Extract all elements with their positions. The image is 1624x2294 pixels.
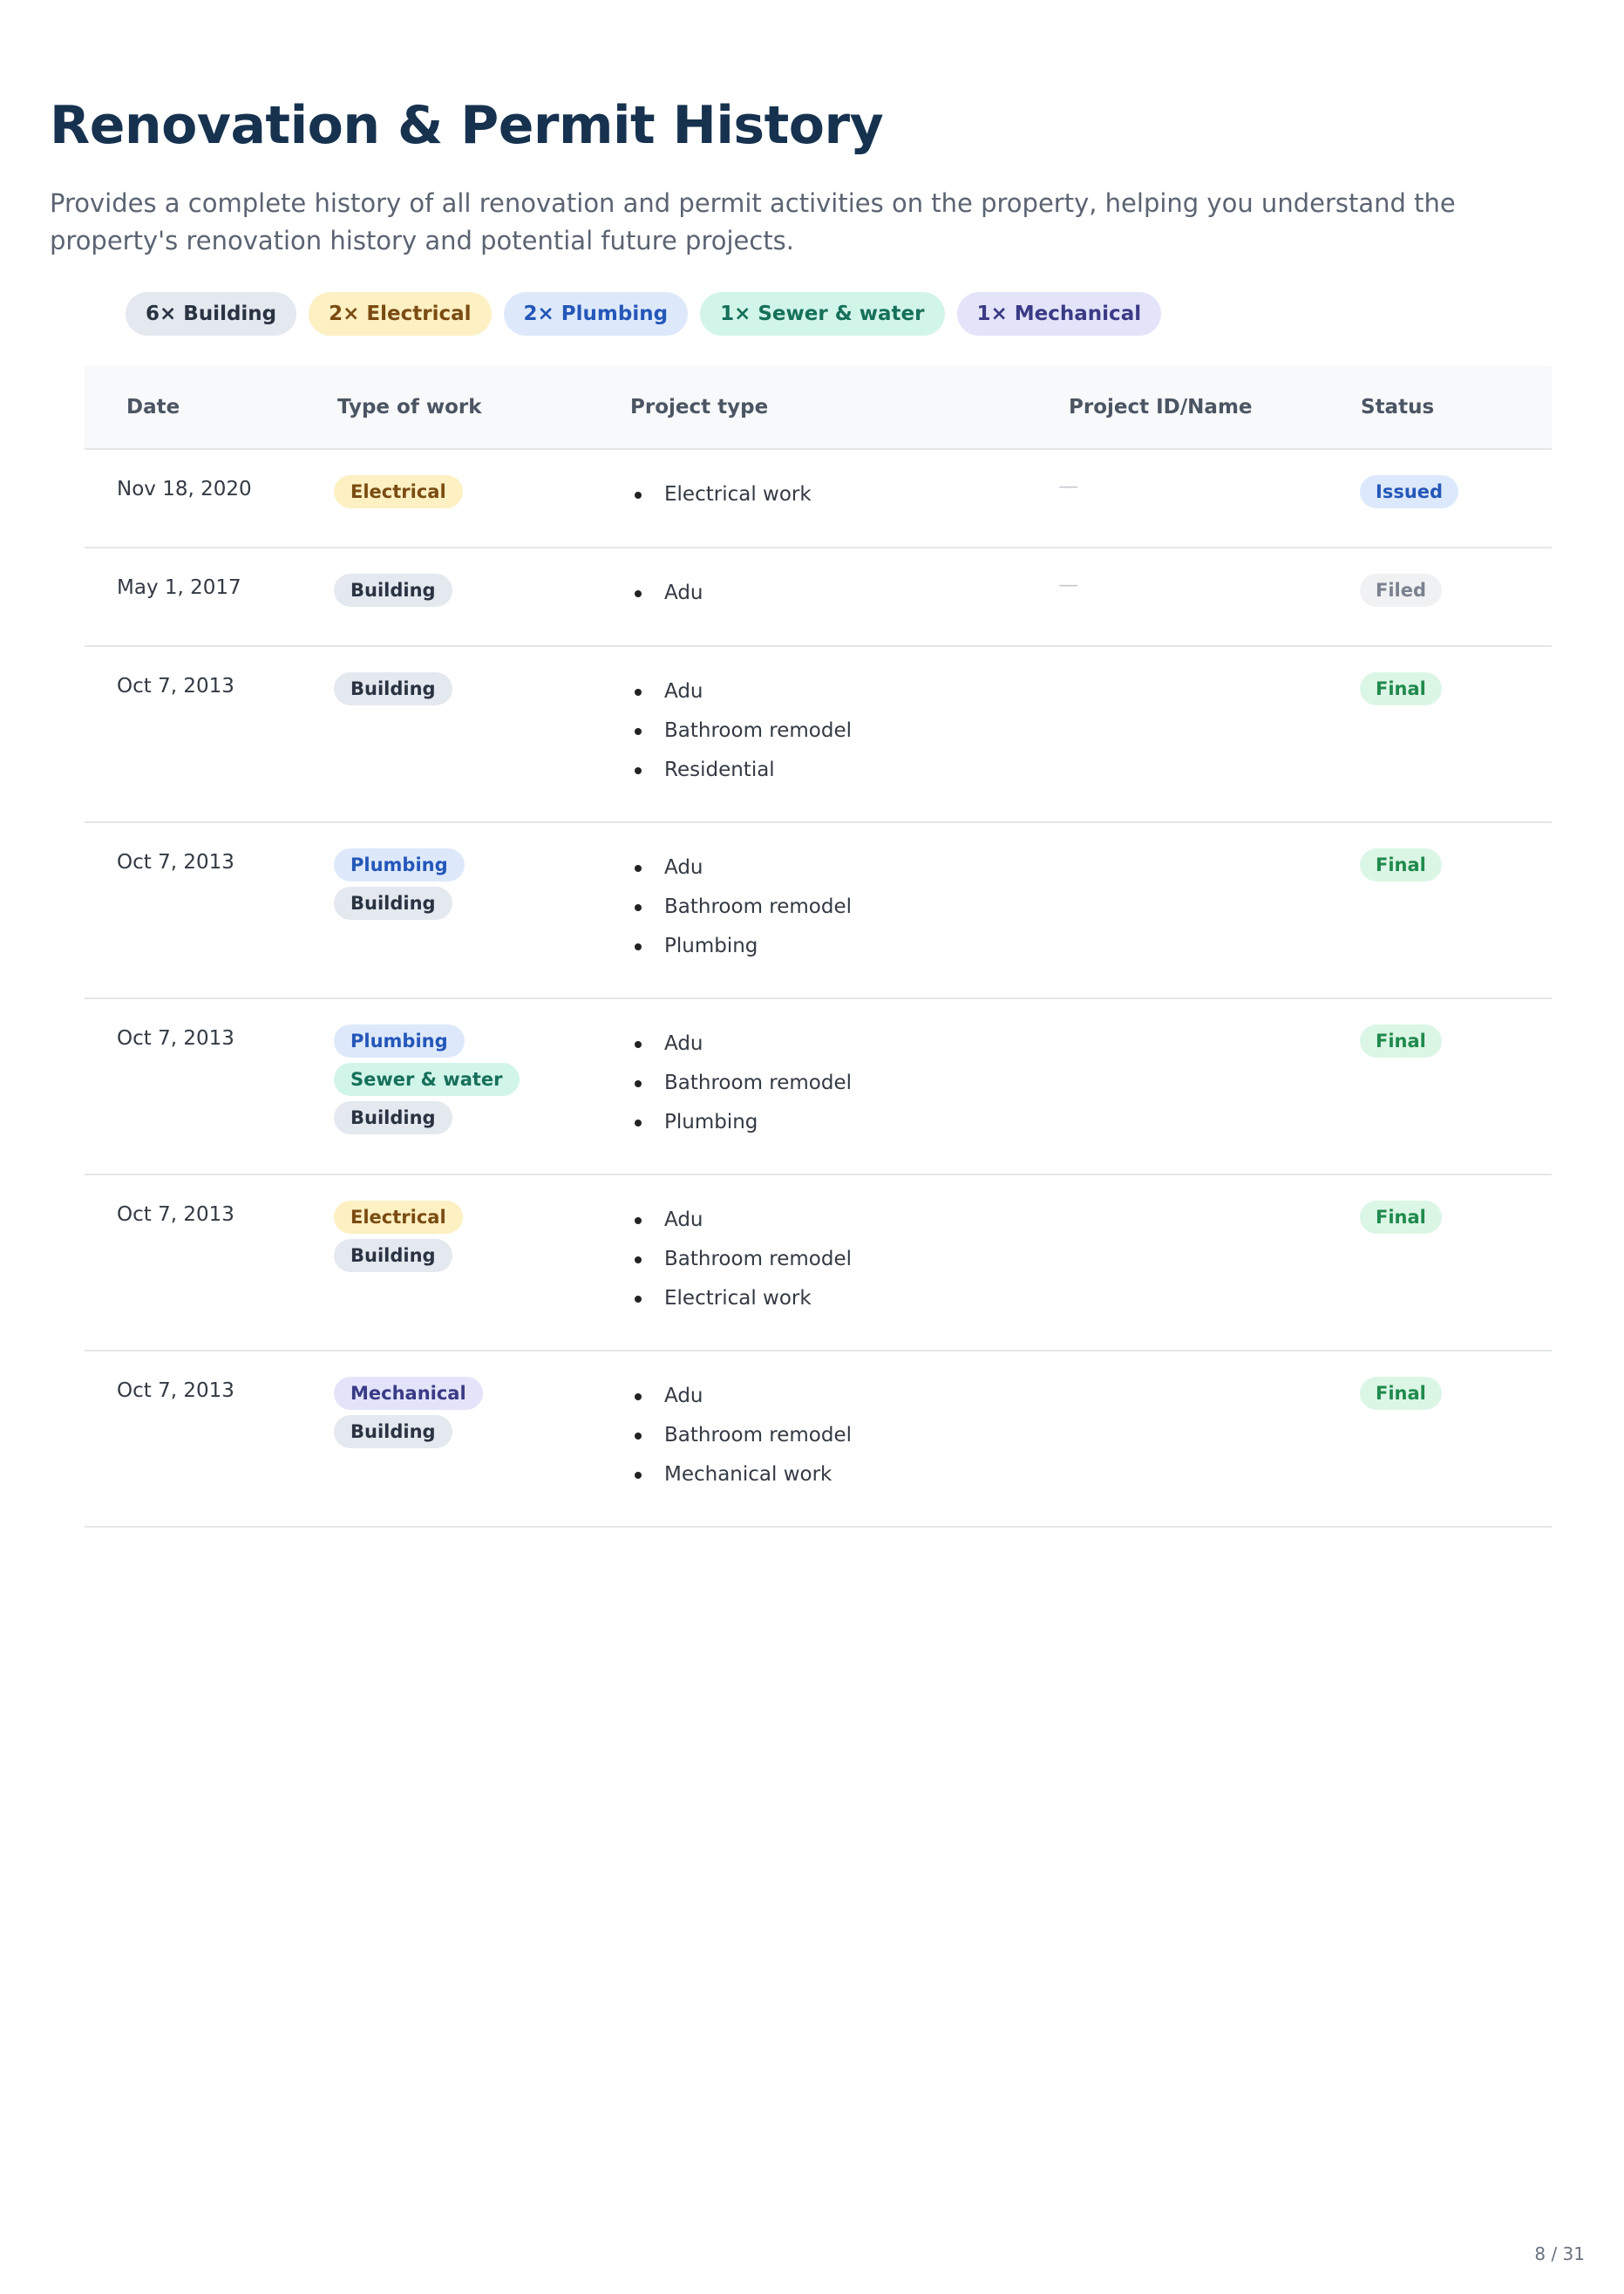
work-type-tag-building: Building bbox=[334, 672, 452, 705]
status-badge: Final bbox=[1360, 1024, 1442, 1058]
project-type-item: Plumbing bbox=[635, 1103, 852, 1142]
summary-pill-electrical: 2× Electrical bbox=[309, 292, 492, 336]
permit-table: Date Type of work Project type Project I… bbox=[85, 366, 1552, 1528]
work-type-tag-plumbing: Plumbing bbox=[334, 848, 465, 882]
header-type-of-work: Type of work bbox=[337, 396, 482, 419]
header-date: Date bbox=[126, 396, 180, 419]
work-type-tag-building: Building bbox=[334, 1101, 452, 1134]
row-project-id: — bbox=[1058, 574, 1078, 596]
status-badge: Final bbox=[1360, 1377, 1442, 1410]
project-type-item: Adu bbox=[635, 1201, 852, 1240]
table-row: Oct 7, 2013 Mechanical Building Adu Bathroom… bbox=[85, 1351, 1552, 1528]
work-type-tag-electrical: Electrical bbox=[334, 1201, 463, 1234]
project-type-item: Bathroom remodel bbox=[635, 1416, 852, 1455]
row-work-types: Building bbox=[334, 672, 578, 705]
work-type-tag-building: Building bbox=[334, 887, 452, 920]
status-badge: Issued bbox=[1360, 475, 1459, 508]
summary-pill-sewer: 1× Sewer & water bbox=[700, 292, 945, 336]
summary-pill-mechanical: 1× Mechanical bbox=[956, 292, 1162, 336]
row-work-types: Building bbox=[334, 574, 578, 607]
project-type-item: Adu bbox=[635, 574, 703, 613]
project-type-item: Residential bbox=[635, 751, 852, 790]
status-badge: Final bbox=[1360, 672, 1442, 705]
work-type-summary: 6× Building 2× Electrical 2× Plumbing 1× Se… bbox=[126, 292, 1162, 336]
project-type-item: Bathroom remodel bbox=[635, 1064, 852, 1103]
table-row: Oct 7, 2013 Electrical Building Adu Bathroom… bbox=[85, 1175, 1552, 1351]
row-date: Oct 7, 2013 bbox=[117, 1027, 234, 1050]
row-project-list: Adu bbox=[635, 574, 703, 613]
row-date: Oct 7, 2013 bbox=[117, 1379, 234, 1402]
work-type-tag-building: Building bbox=[334, 574, 452, 607]
row-date: Nov 18, 2020 bbox=[117, 478, 252, 500]
work-type-tag-mechanical: Mechanical bbox=[334, 1377, 483, 1410]
project-type-item: Adu bbox=[635, 672, 852, 711]
row-project-list: Adu Bathroom remodel Plumbing bbox=[635, 1024, 852, 1142]
status-badge: Final bbox=[1360, 848, 1442, 882]
work-type-tag-plumbing: Plumbing bbox=[334, 1024, 465, 1058]
row-work-types: Plumbing Sewer & water Building bbox=[334, 1024, 578, 1134]
row-work-types: Electrical Building bbox=[334, 1201, 578, 1272]
project-type-item: Adu bbox=[635, 848, 852, 888]
status-badge: Filed bbox=[1360, 574, 1443, 607]
row-work-types: Electrical bbox=[334, 475, 578, 508]
row-project-id: — bbox=[1058, 475, 1078, 498]
header-project-id: Project ID/Name bbox=[1069, 396, 1253, 419]
table-row: Oct 7, 2013 Plumbing Sewer & water Building… bbox=[85, 999, 1552, 1175]
project-type-item: Adu bbox=[635, 1024, 852, 1064]
header-project-type: Project type bbox=[630, 396, 769, 419]
project-type-item: Adu bbox=[635, 1377, 852, 1416]
work-type-tag-sewer: Sewer & water bbox=[334, 1063, 520, 1096]
page-number: 8 / 31 bbox=[1534, 2243, 1585, 2264]
project-type-item: Electrical work bbox=[635, 1279, 852, 1318]
work-type-tag-building: Building bbox=[334, 1415, 452, 1448]
row-project-list: Adu Bathroom remodel Electrical work bbox=[635, 1201, 852, 1318]
work-type-tag-building: Building bbox=[334, 1239, 452, 1272]
table-row: Nov 18, 2020 Electrical Electrical work — Is… bbox=[85, 450, 1552, 548]
row-date: May 1, 2017 bbox=[117, 576, 241, 599]
summary-pill-building: 6× Building bbox=[126, 292, 297, 336]
row-work-types: Mechanical Building bbox=[334, 1377, 578, 1448]
table-body: Nov 18, 2020 Electrical Electrical work — Is… bbox=[85, 450, 1552, 1528]
row-project-list: Adu Bathroom remodel Residential bbox=[635, 672, 852, 790]
table-row: Oct 7, 2013 Plumbing Building Adu Bathroom r… bbox=[85, 823, 1552, 999]
page-description: Provides a complete history of all renov… bbox=[50, 188, 1456, 255]
row-project-list: Electrical work bbox=[635, 475, 812, 514]
table-row: May 1, 2017 Building Adu — Filed bbox=[85, 548, 1552, 647]
row-date: Oct 7, 2013 bbox=[117, 1203, 234, 1226]
header-status: Status bbox=[1361, 396, 1435, 419]
project-type-item: Bathroom remodel bbox=[635, 888, 852, 927]
project-type-item: Bathroom remodel bbox=[635, 711, 852, 751]
work-type-tag-electrical: Electrical bbox=[334, 475, 463, 508]
row-project-list: Adu Bathroom remodel Plumbing bbox=[635, 848, 852, 966]
status-badge: Final bbox=[1360, 1201, 1442, 1234]
project-type-item: Bathroom remodel bbox=[635, 1240, 852, 1279]
row-project-list: Adu Bathroom remodel Mechanical work bbox=[635, 1377, 852, 1494]
summary-pill-plumbing: 2× Plumbing bbox=[503, 292, 689, 336]
page-title: Renovation & Permit History bbox=[50, 95, 884, 156]
row-work-types: Plumbing Building bbox=[334, 848, 578, 920]
table-header: Date Type of work Project type Project I… bbox=[85, 366, 1552, 450]
project-type-item: Plumbing bbox=[635, 927, 852, 966]
table-row: Oct 7, 2013 Building Adu Bathroom remodel Re… bbox=[85, 647, 1552, 823]
row-date: Oct 7, 2013 bbox=[117, 675, 234, 698]
project-type-item: Electrical work bbox=[635, 475, 812, 514]
row-date: Oct 7, 2013 bbox=[117, 851, 234, 874]
project-type-item: Mechanical work bbox=[635, 1455, 852, 1494]
